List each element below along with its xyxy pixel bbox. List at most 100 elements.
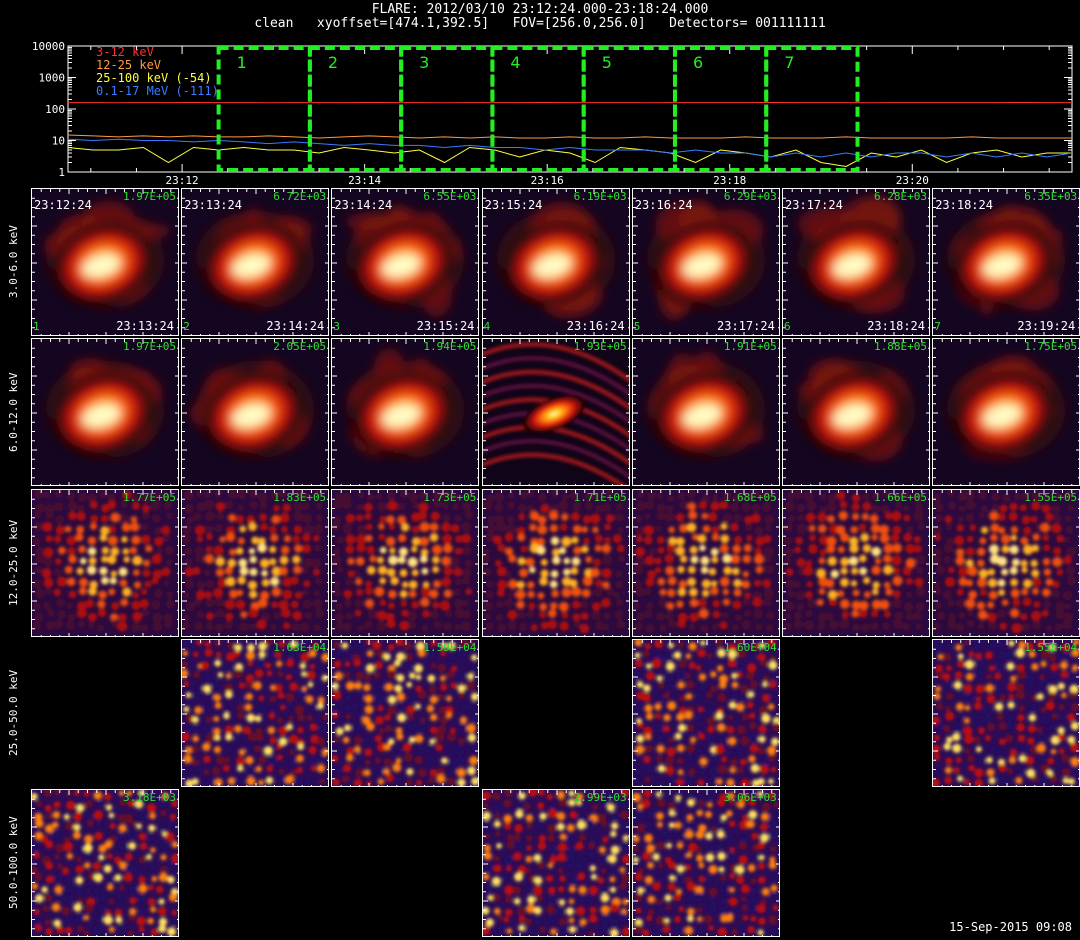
- legend-entry: 3-12 keV: [96, 45, 154, 59]
- x-tick-label: 23:16: [531, 174, 564, 185]
- peak-flux-label: 1.68E+05: [723, 490, 777, 504]
- image-heatmap: [482, 489, 629, 636]
- image-panel: 3.06E+03: [631, 789, 780, 938]
- energy-band-label: 6.0-12.0 keV: [7, 372, 20, 452]
- image-background: [32, 790, 178, 937]
- image-panel: 2.05E+05: [181, 338, 330, 487]
- energy-band-label: 3.0-6.0 keV: [7, 225, 20, 299]
- peak-flux-label: 3.18E+03: [123, 791, 176, 805]
- image-heatmap: [32, 489, 178, 636]
- legend-entry: 12-25 keV: [96, 58, 161, 72]
- image-panel: 1.97E+05: [31, 338, 179, 487]
- image-heatmap: [332, 489, 479, 636]
- image-panel: 2.99E+03: [481, 789, 630, 938]
- interval-label: 6: [693, 53, 703, 72]
- peak-flux-label: 1.88E+05: [874, 340, 927, 354]
- time-end-label: 23:18:24: [867, 319, 925, 333]
- image-heatmap: [182, 639, 329, 786]
- image-panel: 1.68E+05: [631, 488, 780, 637]
- peak-flux-label: 1.71E+05: [573, 490, 627, 504]
- image-panel: 1.55E+04: [932, 638, 1080, 787]
- image-panel: 6.55E+03 23:14:24 23:15:24 3: [331, 188, 480, 336]
- peak-flux-label: 1.77E+05: [123, 490, 176, 504]
- image-panel: 1.97E+05 23:12:24 23:13:24 1: [31, 188, 179, 336]
- time-end-label: 23:17:24: [717, 319, 775, 333]
- interval-number: 7: [934, 320, 941, 333]
- time-start-label: 23:18:24: [935, 198, 993, 212]
- interval-box: [764, 46, 860, 172]
- image-panel: 6.19E+03 23:15:24 23:16:24 4: [481, 188, 630, 336]
- energy-band-label: 50.0-100.0 keV: [7, 816, 20, 910]
- image-heatmap: [783, 489, 929, 636]
- peak-flux-label: 1.93E+05: [573, 340, 627, 354]
- peak-flux-label: 1.55E+05: [1024, 490, 1078, 504]
- image-heatmap: [632, 639, 779, 786]
- peak-flux-label: 6.35E+03: [1024, 190, 1078, 203]
- image-heatmap: [933, 639, 1080, 786]
- peak-flux-label: 1.75E+05: [1024, 340, 1078, 354]
- image-panel: 6.29E+03 23:16:24 23:17:24 5: [631, 188, 780, 336]
- image-panel: 1.60E+04: [631, 638, 780, 787]
- time-start-label: 23:12:24: [34, 198, 92, 212]
- image-panel: 1.66E+05: [782, 488, 930, 637]
- peak-flux-label: 6.19E+03: [573, 190, 627, 203]
- image-heatmap: [933, 489, 1080, 636]
- time-end-label: 23:19:24: [1017, 319, 1076, 333]
- interval-label: 5: [602, 53, 612, 72]
- image-panel: 1.91E+05: [631, 338, 780, 487]
- footer-timestamp: 15-Sep-2015 09:08: [949, 920, 1072, 934]
- image-heatmap: [632, 790, 779, 937]
- image-panel: 1.88E+05: [782, 338, 930, 487]
- image-panel: 1.94E+05: [331, 338, 480, 487]
- peak-flux-label: 1.63E+04: [273, 640, 327, 654]
- image-heatmap: [182, 489, 329, 636]
- peak-flux-label: 3.06E+03: [723, 791, 777, 805]
- image-heatmap: [632, 489, 779, 636]
- peak-flux-label: 2.99E+03: [573, 791, 627, 805]
- image-background: [933, 639, 1080, 786]
- energy-band-label: 12.0-25.0 keV: [7, 519, 20, 606]
- peak-flux-label: 1.60E+04: [723, 640, 777, 654]
- interval-box: [399, 46, 495, 172]
- time-start-label: 23:17:24: [785, 198, 843, 212]
- y-tick-label: 1: [58, 166, 65, 179]
- peak-flux-label: 1.73E+05: [423, 490, 477, 504]
- image-panel: 1.75E+05: [932, 338, 1080, 487]
- y-tick-label: 1000: [39, 72, 66, 85]
- image-panel: 1.77E+05: [31, 488, 179, 637]
- image-panel: 1.55E+05: [932, 488, 1080, 637]
- interval-box: [672, 46, 769, 172]
- image-panel: 6.72E+03 23:13:24 23:14:24 2: [181, 188, 330, 336]
- x-tick-label: 23:20: [896, 174, 929, 185]
- image-heatmap: [632, 339, 779, 486]
- x-tick-label: 23:14: [348, 174, 381, 185]
- time-start-label: 23:13:24: [184, 198, 242, 212]
- y-tick-label: 10: [52, 135, 65, 148]
- image-panel: 1.71E+05: [481, 488, 630, 637]
- legend-entry: 0.1-17 MeV (-111): [96, 84, 219, 98]
- peak-flux-label: 1.59E+04: [423, 640, 477, 654]
- interval-number: 1: [33, 320, 40, 333]
- time-start-label: 23:14:24: [334, 198, 393, 212]
- image-heatmap: [482, 790, 629, 937]
- image-background: [632, 790, 779, 937]
- time-end-label: 23:13:24: [116, 319, 174, 333]
- image-heatmap: [482, 339, 629, 486]
- image-heatmap: [783, 339, 929, 486]
- image-panel: 1.83E+05: [181, 488, 330, 637]
- peak-flux-label: 6.28E+03: [874, 190, 927, 203]
- peak-flux-label: 1.97E+05: [123, 340, 176, 354]
- image-heatmap: [32, 339, 178, 486]
- lightcurve-plot: 1 10 100 1000 10000 23:12 23:14 23:16 23:18 23:20…: [32, 40, 1073, 185]
- image-heatmap: [182, 339, 329, 486]
- interval-number: 4: [483, 320, 491, 333]
- peak-flux-label: 1.94E+05: [423, 340, 477, 354]
- interval-number: 3: [333, 320, 341, 333]
- legend-entry: 25-100 keV (-54): [96, 71, 212, 85]
- time-end-label: 23:16:24: [566, 319, 625, 333]
- peak-flux-label: 1.91E+05: [723, 340, 777, 354]
- interval-number: 2: [183, 320, 190, 333]
- image-panel: 3.18E+03: [31, 789, 179, 938]
- y-tick-label: 10000: [32, 40, 65, 53]
- peak-flux-label: 6.29E+03: [723, 190, 777, 203]
